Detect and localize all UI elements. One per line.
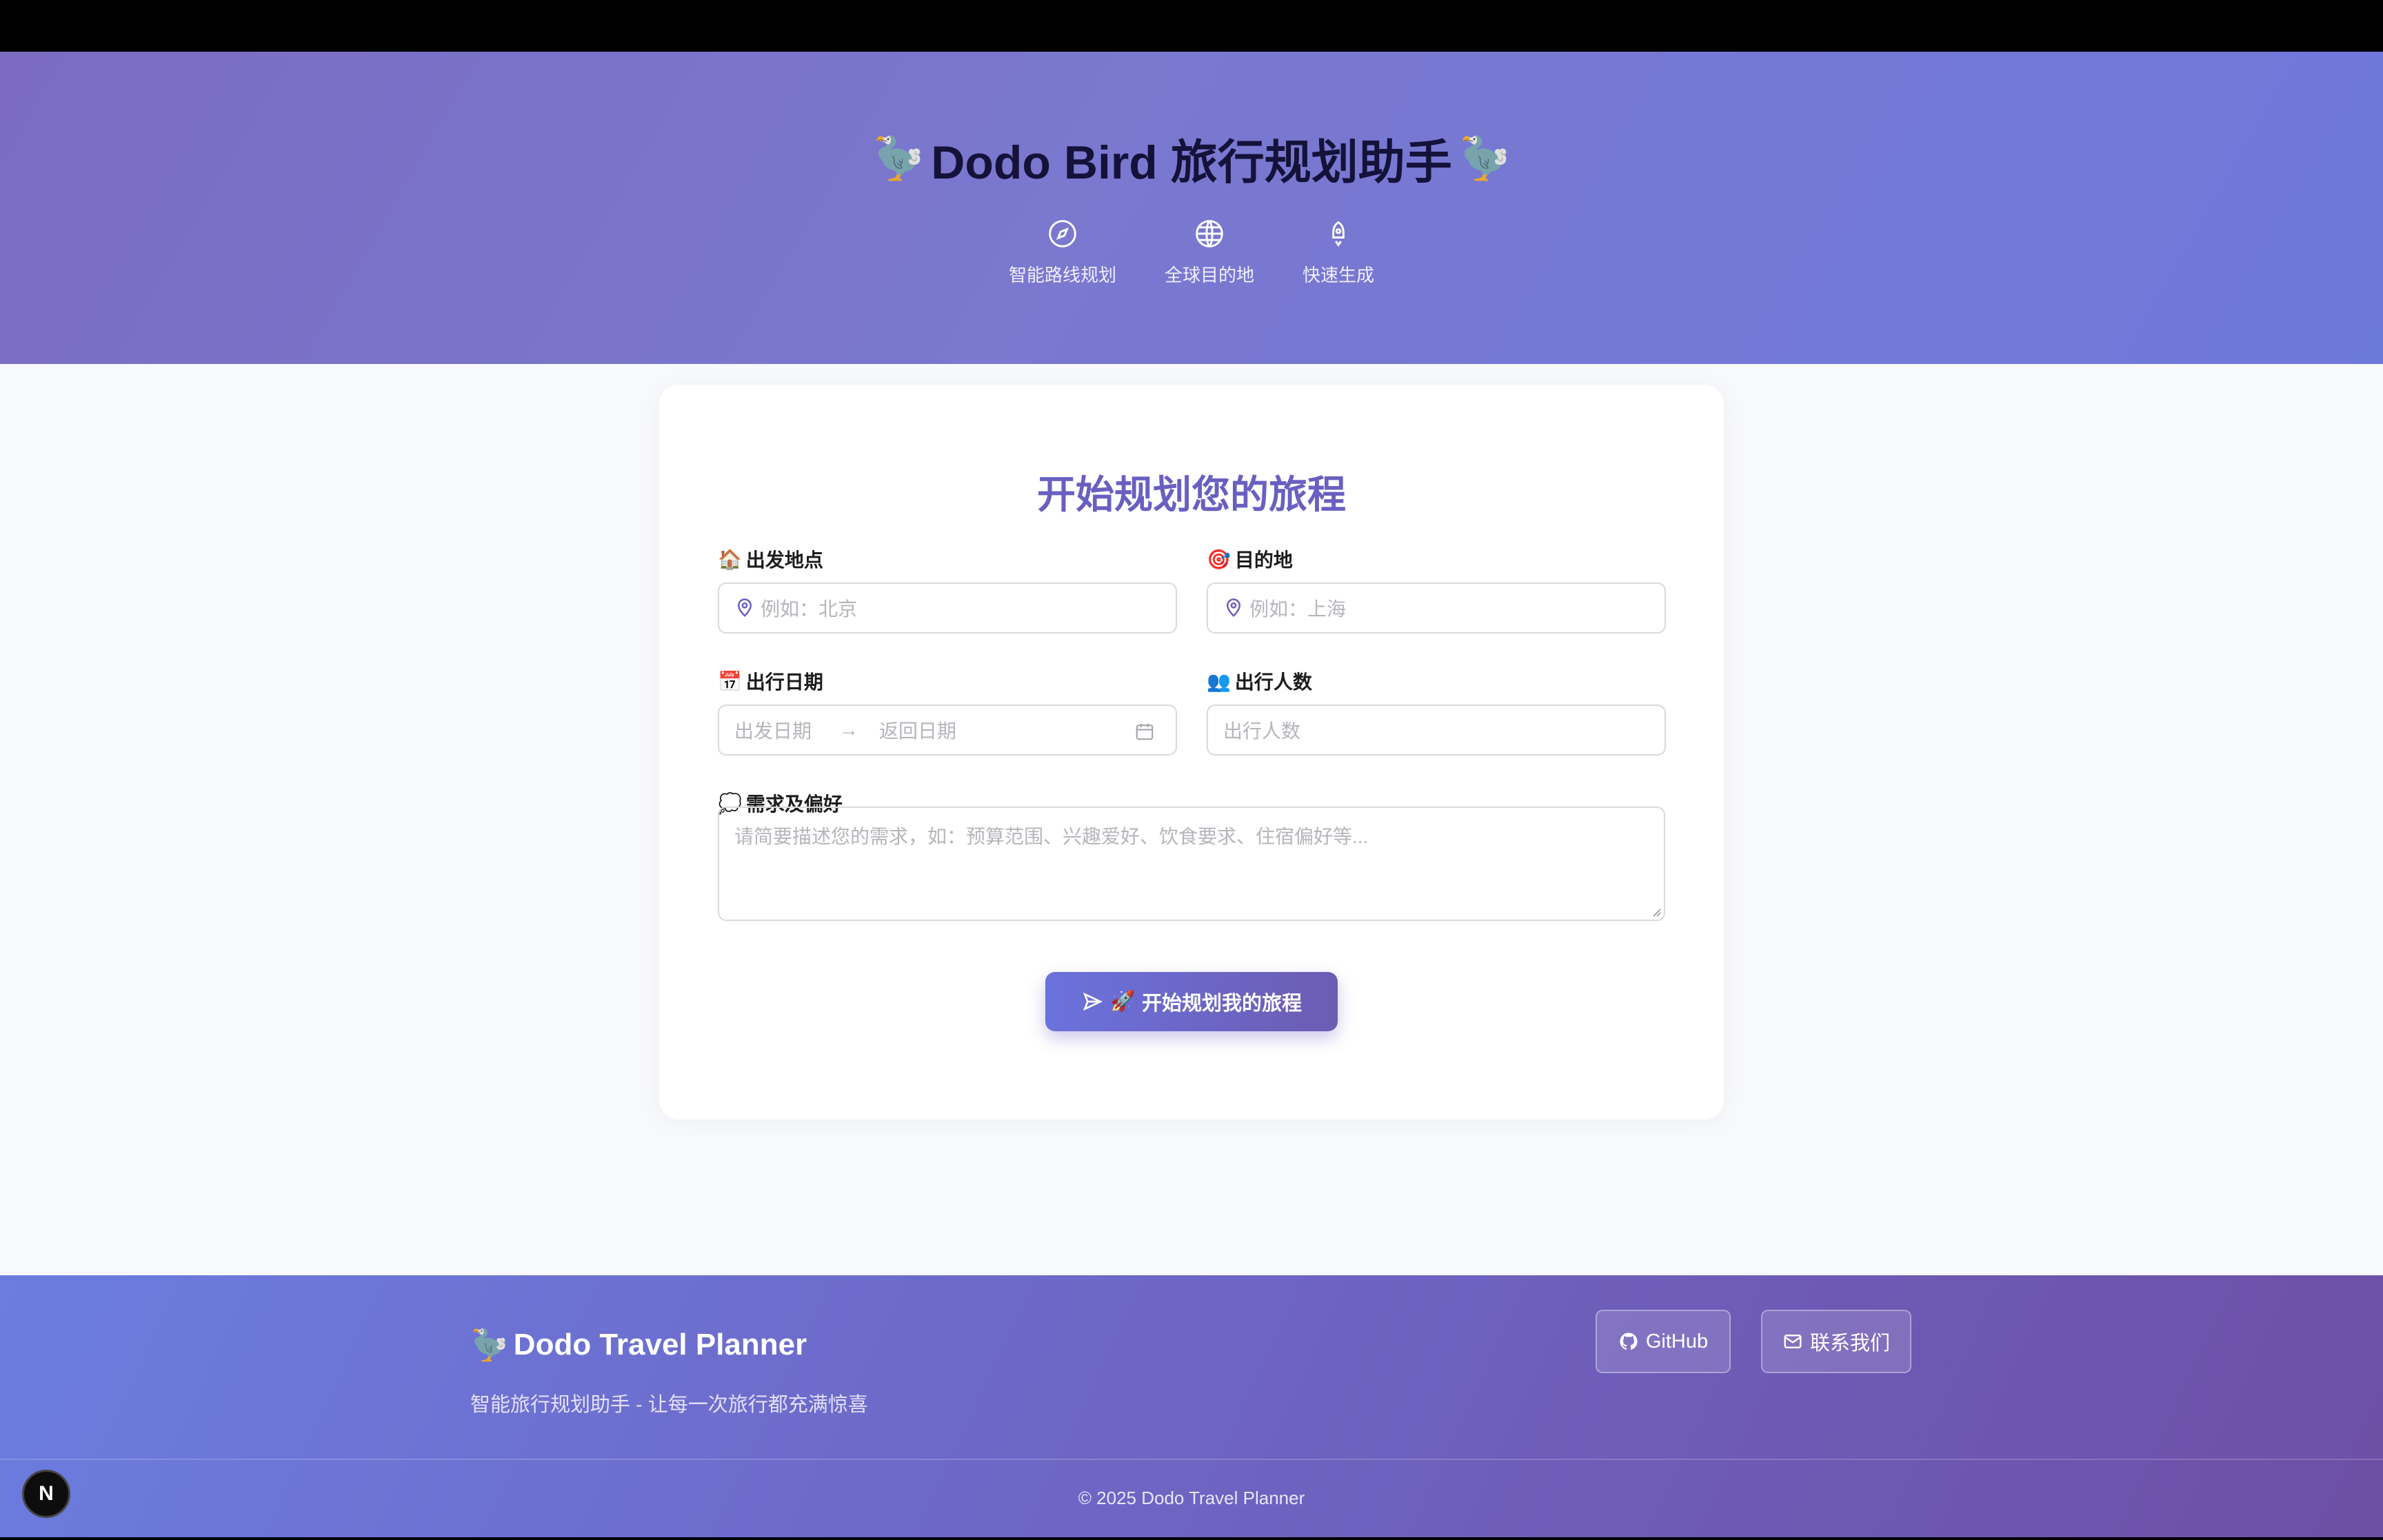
dates-label: 📅 出行日期 (718, 670, 823, 693)
feature-global-destinations: 全球目的地 (1165, 219, 1254, 287)
feature-label: 快速生成 (1303, 265, 1375, 285)
destination-label: 🎯 目的地 (1207, 548, 1293, 571)
form-title: 开始规划您的旅程 (1037, 473, 1346, 516)
end-date-input[interactable]: 返回日期 (879, 716, 956, 744)
people-input[interactable]: 出行人数 (1207, 705, 1666, 756)
dev-tools-badge[interactable]: N (22, 1470, 70, 1518)
contact-label: 联系我们 (1809, 1333, 1890, 1355)
globe-icon (1196, 220, 1223, 247)
origin-label: 🏠 出发地点 (718, 548, 823, 571)
footer-divider (0, 1459, 2383, 1460)
date-range-picker[interactable]: 出发日期 → 返回日期 (718, 705, 1177, 756)
send-icon (1083, 992, 1103, 1011)
origin-input[interactable]: 例如：北京 (718, 582, 1177, 634)
origin-placeholder: 例如：北京 (761, 598, 858, 620)
rocket-icon (1332, 221, 1345, 247)
people-placeholder: 出行人数 (1223, 720, 1301, 742)
hero-header: 🦤 Dodo Bird 旅行规划助手 🦤 智能路线规划 全球目的地 快速生成 (0, 52, 2383, 364)
calendar-emoji-icon: 📅 (718, 670, 742, 692)
browser-top-bar (0, 0, 2383, 52)
github-button[interactable]: GitHub (1596, 1310, 1731, 1373)
feature-route-planning: 智能路线规划 (1009, 219, 1116, 287)
feature-label: 智能路线规划 (1008, 265, 1116, 285)
start-planning-button[interactable]: 🚀 开始规划我的旅程 (1045, 972, 1338, 1031)
preferences-placeholder: 请简要描述您的需求，如：预算范围、兴趣爱好、饮食要求、住宿偏好等... (734, 826, 1369, 847)
target-icon: 🎯 (1207, 548, 1231, 570)
footer-brand-name: Dodo Travel Planner (513, 1328, 807, 1361)
copyright-text: © 2025 Dodo Travel Planner (1078, 1488, 1305, 1508)
dodo-emoji-right: 🦤 (1458, 135, 1511, 181)
compass-icon (1049, 220, 1076, 247)
dodo-emoji-left: 🦤 (872, 135, 925, 181)
people-icon: 👥 (1207, 670, 1231, 692)
destination-input[interactable]: 例如：上海 (1207, 582, 1666, 634)
feature-list: 智能路线规划 全球目的地 快速生成 (0, 219, 2383, 287)
rocket-emoji: 🚀 (1109, 991, 1136, 1013)
feature-fast-generation: 快速生成 (1303, 219, 1374, 287)
map-pin-icon (1226, 598, 1241, 617)
footer-tagline: 智能旅行规划助手 - 让每一次旅行都充满惊喜 (470, 1394, 868, 1416)
page-title-text: Dodo Bird 旅行规划助手 (931, 136, 1452, 189)
start-date-input[interactable]: 出发日期 (734, 716, 812, 744)
site-footer: 🦤 Dodo Travel Planner 智能旅行规划助手 - 让每一次旅行都… (0, 1275, 2383, 1537)
github-label: GitHub (1645, 1330, 1709, 1352)
mail-icon (1784, 1335, 1802, 1348)
github-icon (1620, 1333, 1638, 1350)
house-icon: 🏠 (718, 548, 742, 570)
start-planning-label: 开始规划我的旅程 (1142, 993, 1303, 1015)
contact-button[interactable]: 联系我们 (1761, 1310, 1911, 1373)
page-title: 🦤 Dodo Bird 旅行规划助手 🦤 (0, 124, 2383, 192)
resize-handle-icon[interactable] (1650, 906, 1661, 917)
feature-label: 全球目的地 (1164, 265, 1254, 285)
browser-bottom-bar (0, 1537, 2383, 1540)
calendar-icon (1136, 723, 1154, 740)
dodo-emoji: 🦤 (470, 1328, 508, 1362)
destination-placeholder: 例如：上海 (1249, 598, 1347, 620)
people-label: 👥 出行人数 (1207, 670, 1312, 693)
main-content: 开始规划您的旅程 🏠 出发地点 例如：北京 🎯 目的地 例如：上海 📅 出行日期… (0, 364, 2383, 1275)
footer-brand: 🦤 Dodo Travel Planner (470, 1327, 807, 1363)
map-pin-icon (737, 598, 752, 617)
preferences-textarea[interactable]: 请简要描述您的需求，如：预算范围、兴趣爱好、饮食要求、住宿偏好等... (718, 807, 1665, 921)
date-arrow-icon: → (839, 719, 859, 740)
trip-form-card: 开始规划您的旅程 🏠 出发地点 例如：北京 🎯 目的地 例如：上海 📅 出行日期… (659, 385, 1724, 1119)
